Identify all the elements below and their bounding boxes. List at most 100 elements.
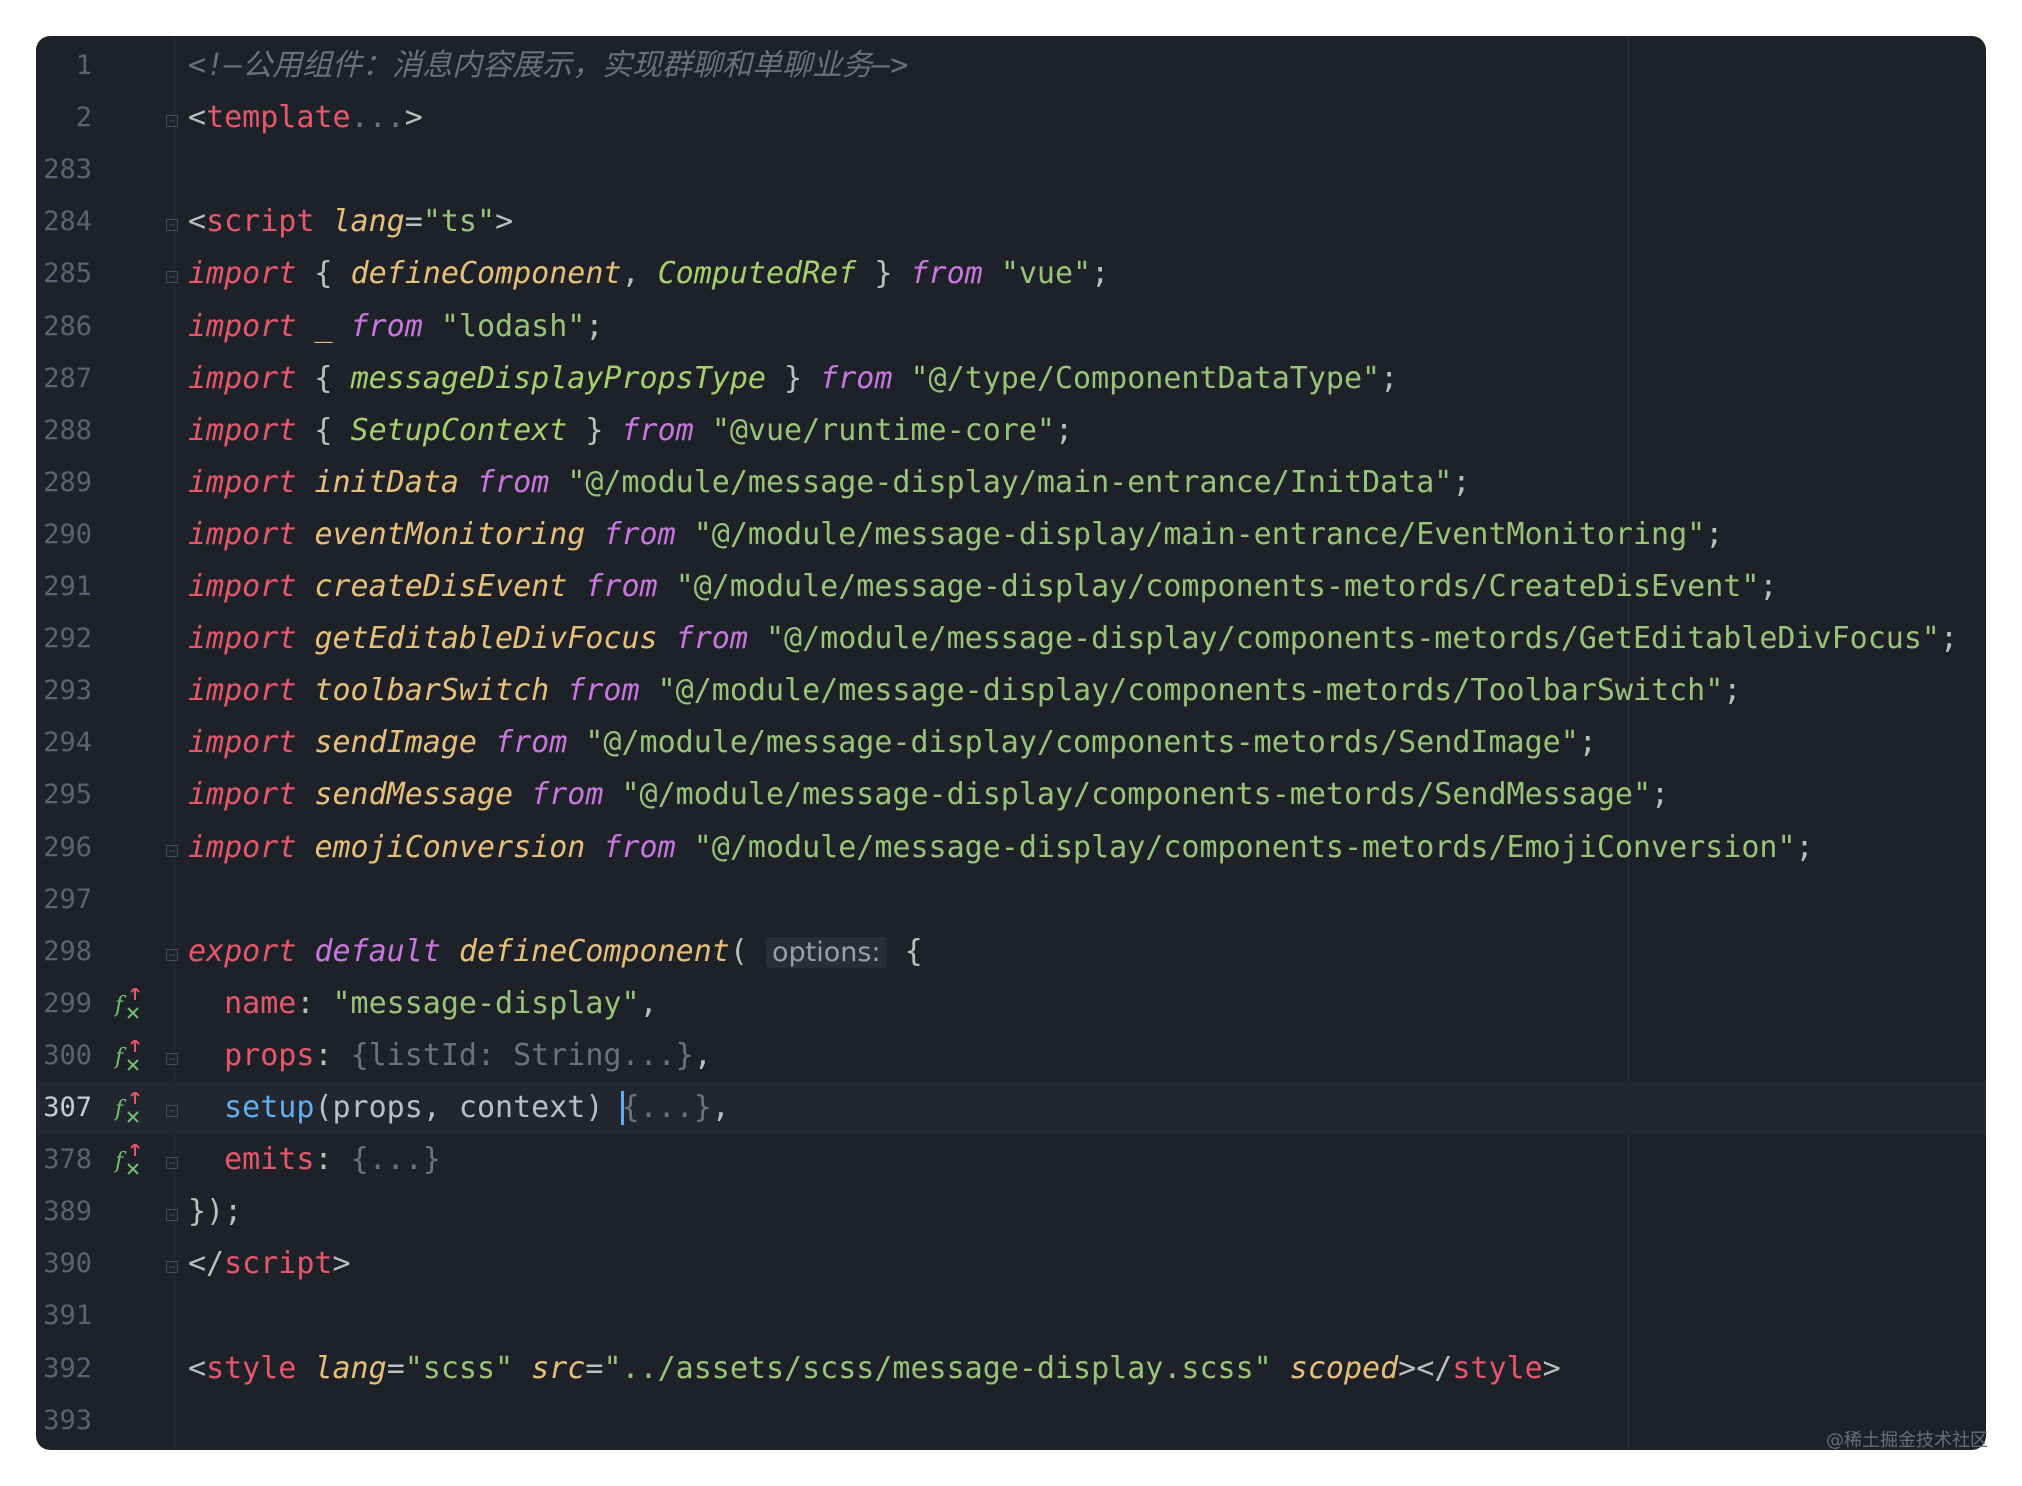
code-line[interactable]: 300 f props: {listId: String...}, xyxy=(36,1030,1986,1082)
code-line[interactable]: 285 import { defineComponent, ComputedRef… xyxy=(36,248,1986,300)
code-token: = xyxy=(404,204,423,240)
code-token: name xyxy=(224,985,297,1021)
line-number[interactable]: 393 xyxy=(36,1405,92,1437)
code-line[interactable]: 287 import { messageDisplayPropsType } fr… xyxy=(36,353,1986,405)
code-line[interactable]: 390 </script> xyxy=(36,1238,1986,1290)
code-text[interactable]: import { SetupContext } from "@vue/runti… xyxy=(188,412,1073,448)
code-line[interactable]: 295 import sendMessage from "@/module/mes… xyxy=(36,769,1986,821)
code-text[interactable]: import { defineComponent, ComputedRef } … xyxy=(188,257,1109,291)
code-text[interactable]: <script lang="ts"> xyxy=(188,205,513,239)
line-number[interactable]: 292 xyxy=(36,623,92,655)
code-token: > xyxy=(332,1246,351,1282)
code-text[interactable]: name: "message-display", xyxy=(188,985,657,1021)
line-number[interactable]: 307 xyxy=(36,1092,92,1124)
fold-marker-icon[interactable] xyxy=(166,842,178,857)
code-line[interactable]: 393 xyxy=(36,1395,1986,1447)
fold-marker-icon[interactable] xyxy=(166,1102,178,1117)
line-number[interactable]: 298 xyxy=(36,936,92,968)
code-token: import xyxy=(188,829,297,865)
code-line[interactable]: 307 f setup(props, context) {...}, xyxy=(36,1082,1986,1134)
line-number[interactable]: 2 xyxy=(36,102,92,134)
code-text[interactable]: import toolbarSwitch from "@/module/mess… xyxy=(188,674,1741,708)
code-line[interactable]: 1 <!—公用组件：消息内容展示，实现群聊和单聊业务—> xyxy=(36,40,1986,92)
line-number[interactable]: 392 xyxy=(36,1353,92,1385)
line-number[interactable]: 391 xyxy=(36,1300,92,1332)
line-number[interactable]: 290 xyxy=(36,519,92,551)
line-number[interactable]: 291 xyxy=(36,571,92,603)
line-number[interactable]: 286 xyxy=(36,311,92,343)
code-line[interactable]: 297 xyxy=(36,874,1986,926)
code-line[interactable]: 291 import createDisEvent from "@/module/… xyxy=(36,561,1986,613)
code-line[interactable]: 288 import { SetupContext } from "@vue/ru… xyxy=(36,405,1986,457)
code-line[interactable]: 284 <script lang="ts"> xyxy=(36,196,1986,248)
code-line[interactable]: 294 import sendImage from "@/module/messa… xyxy=(36,717,1986,769)
line-number[interactable]: 300 xyxy=(36,1040,92,1072)
vue-property-icon[interactable]: f xyxy=(113,1090,142,1124)
line-number[interactable]: 1 xyxy=(36,50,92,82)
code-text[interactable]: import emojiConversion from "@/module/me… xyxy=(188,829,1814,865)
code-token: import xyxy=(188,621,297,657)
code-text[interactable]: import { messageDisplayPropsType } from … xyxy=(188,361,1398,396)
fold-marker-icon[interactable] xyxy=(166,112,178,128)
code-line[interactable]: 292 import getEditableDivFocus from "@/mo… xyxy=(36,613,1986,665)
code-text[interactable]: setup(props, context) {...}, xyxy=(188,1091,730,1125)
code-text[interactable]: import initData from "@/module/message-d… xyxy=(188,465,1470,500)
vue-property-icon[interactable]: f xyxy=(113,986,142,1020)
code-line[interactable]: 2 <template...> xyxy=(36,92,1986,144)
line-number[interactable]: 295 xyxy=(36,779,92,811)
code-text[interactable]: emits: {...} xyxy=(188,1143,441,1177)
code-line[interactable]: 298 export default defineComponent( optio… xyxy=(36,926,1986,978)
line-number[interactable]: 389 xyxy=(36,1196,92,1228)
fold-marker-icon[interactable] xyxy=(166,216,178,232)
code-line[interactable]: 378 f emits: {...} xyxy=(36,1134,1986,1186)
code-text[interactable]: <style lang="scss" src="../assets/scss/m… xyxy=(188,1351,1561,1386)
line-number[interactable]: 293 xyxy=(36,675,92,707)
line-number[interactable]: 284 xyxy=(36,206,92,238)
code-line[interactable]: 286 import _ from "lodash"; xyxy=(36,301,1986,353)
code-line[interactable]: 389}); xyxy=(36,1186,1986,1238)
code-line[interactable]: 296 import emojiConversion from "@/module… xyxy=(36,822,1986,874)
line-number[interactable]: 390 xyxy=(36,1248,92,1280)
code-text[interactable]: import createDisEvent from "@/module/mes… xyxy=(188,570,1777,604)
line-number[interactable]: 289 xyxy=(36,467,92,499)
line-number[interactable]: 296 xyxy=(36,832,92,864)
code-text[interactable]: import _ from "lodash"; xyxy=(188,309,603,344)
line-number[interactable]: 297 xyxy=(36,884,92,916)
code-token: "@vue/runtime-core" xyxy=(711,412,1055,448)
code-line[interactable]: 290 import eventMonitoring from "@/module… xyxy=(36,509,1986,561)
vue-property-icon[interactable]: f xyxy=(113,1142,142,1176)
code-line[interactable]: 283 xyxy=(36,144,1986,196)
fold-marker-icon[interactable] xyxy=(166,946,178,961)
line-number[interactable]: 283 xyxy=(36,154,92,186)
line-number[interactable]: 285 xyxy=(36,258,92,290)
code-text[interactable]: }); xyxy=(188,1195,242,1229)
line-number[interactable]: 378 xyxy=(36,1144,92,1176)
code-text[interactable]: </script> xyxy=(188,1247,351,1281)
vue-property-icon[interactable]: f xyxy=(113,1038,142,1072)
code-text[interactable]: import sendMessage from "@/module/messag… xyxy=(188,778,1669,812)
line-number[interactable]: 294 xyxy=(36,727,92,759)
code-text[interactable]: import sendImage from "@/module/message-… xyxy=(188,726,1597,760)
code-line[interactable]: 293 import toolbarSwitch from "@/module/m… xyxy=(36,665,1986,717)
line-number[interactable]: 287 xyxy=(36,363,92,395)
code-line[interactable]: 392 <style lang="scss" src="../assets/scs… xyxy=(36,1343,1986,1395)
fold-marker-icon[interactable] xyxy=(166,1206,178,1222)
code-text[interactable]: import getEditableDivFocus from "@/modul… xyxy=(188,622,1958,656)
code-text[interactable]: <template...> xyxy=(188,101,423,135)
fold-marker-icon[interactable] xyxy=(166,268,178,284)
line-number[interactable]: 299 xyxy=(36,988,92,1020)
fold-marker-icon[interactable] xyxy=(166,1258,178,1274)
code-line[interactable]: 289 import initData from "@/module/messag… xyxy=(36,457,1986,509)
code-text[interactable]: <!—公用组件：消息内容展示，实现群聊和单聊业务—> xyxy=(188,49,908,83)
code-text[interactable]: import eventMonitoring from "@/module/me… xyxy=(188,517,1723,552)
code-line[interactable]: 391 xyxy=(36,1290,1986,1342)
code-text[interactable]: props: {listId: String...}, xyxy=(188,1038,712,1073)
fold-marker-icon[interactable] xyxy=(166,1154,178,1170)
code-editor[interactable]: 1 <!—公用组件：消息内容展示，实现群聊和单聊业务—> 2 <template...… xyxy=(36,36,1986,1450)
fold-marker-icon[interactable] xyxy=(166,1050,178,1065)
code-line[interactable]: 299 f name: "message-display", xyxy=(36,978,1986,1030)
code-text[interactable]: export default defineComponent( options:… xyxy=(188,934,923,970)
line-number[interactable]: 288 xyxy=(36,415,92,447)
